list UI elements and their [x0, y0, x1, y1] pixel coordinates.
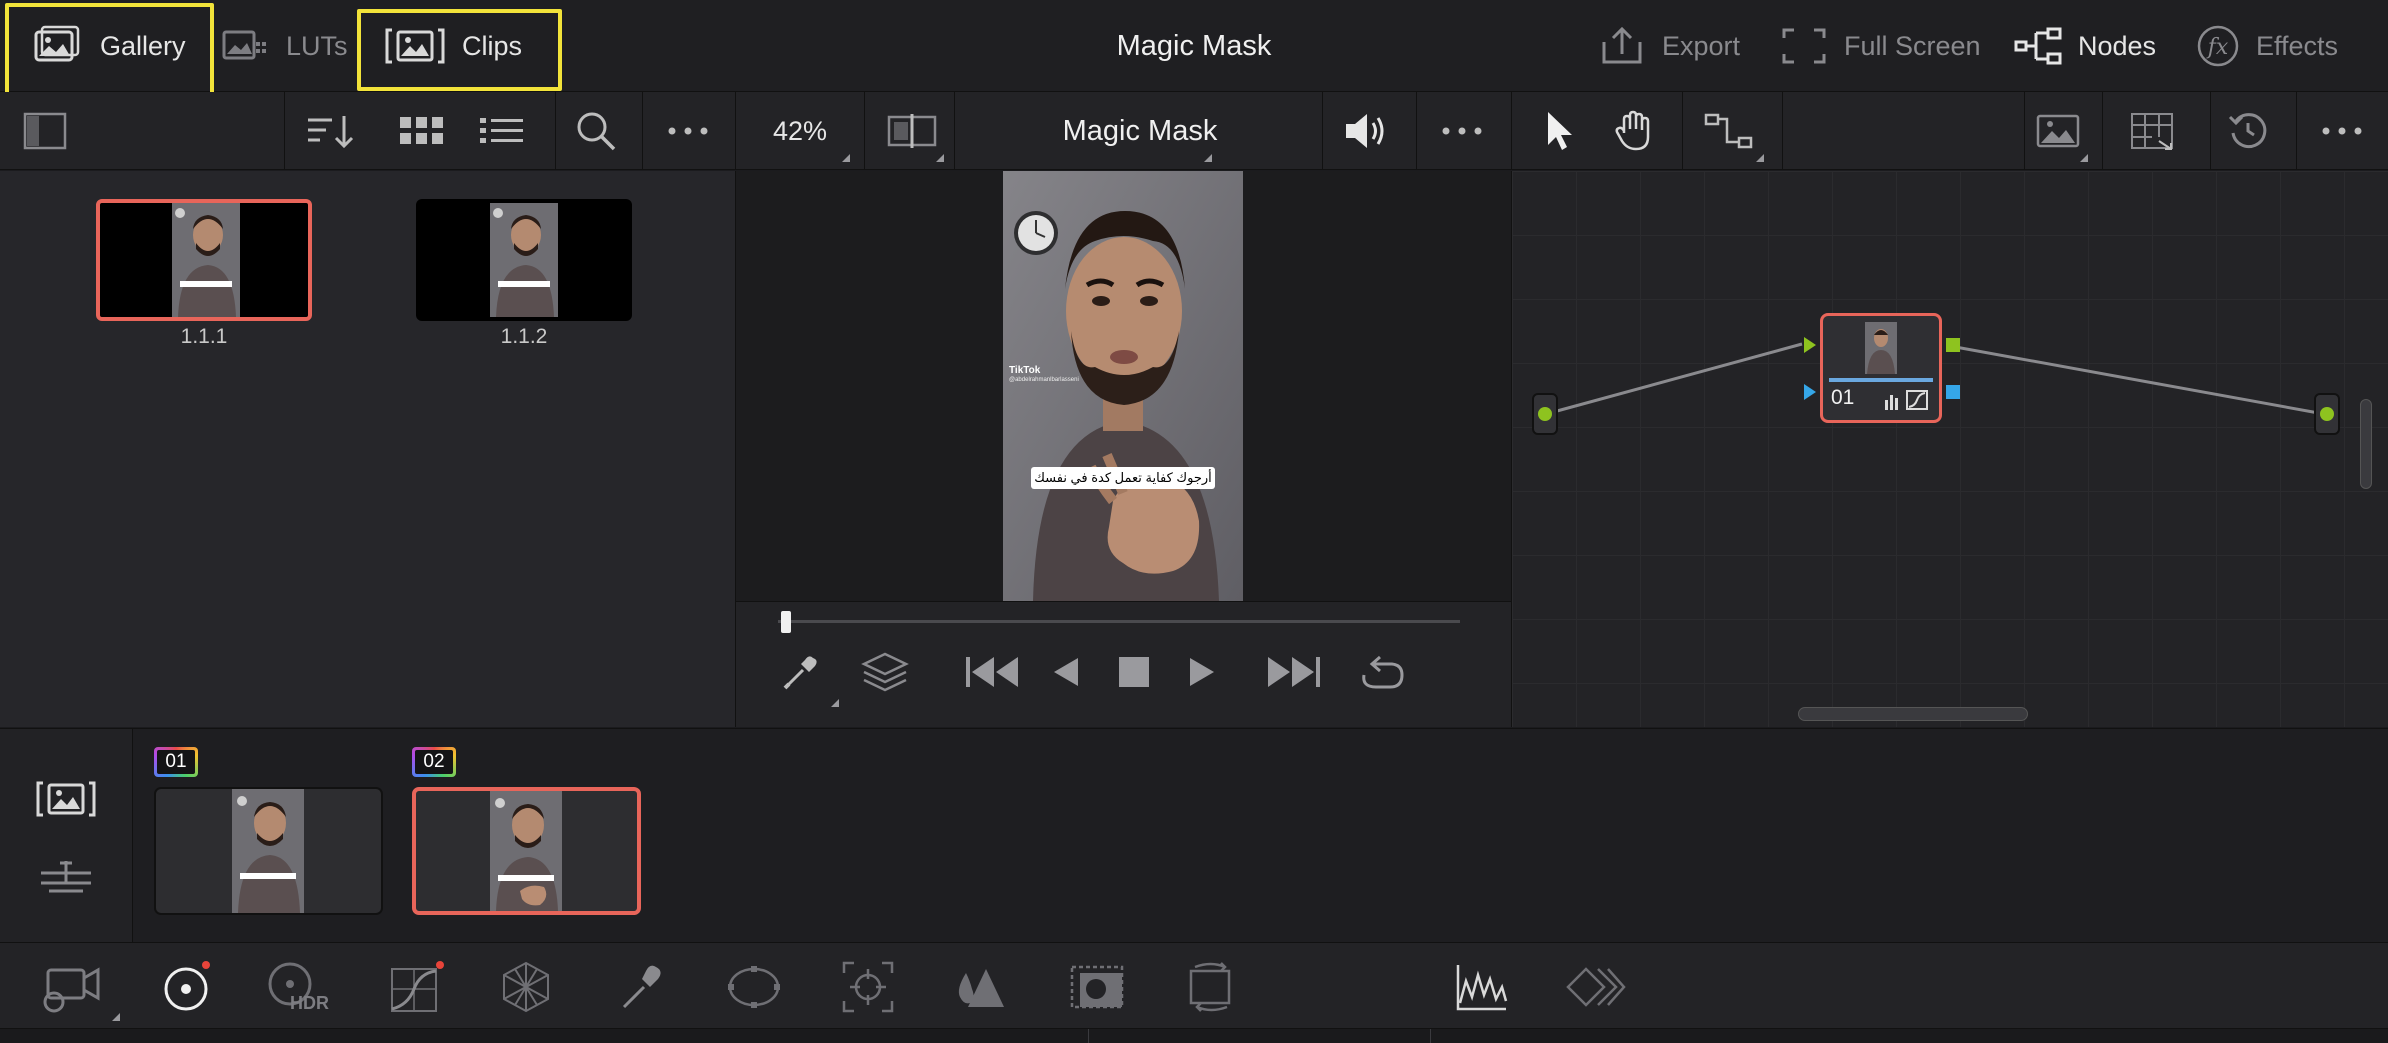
clips-sidebar [0, 729, 133, 943]
palette-bar: HDR [0, 942, 2388, 1028]
timeline-icon[interactable] [36, 855, 96, 899]
search-icon[interactable] [570, 108, 622, 154]
nodes-icon [2014, 26, 2062, 66]
watermark-handle: @abdelrahmanlbarlasseni [1009, 377, 1079, 383]
nodes-label: Nodes [2078, 30, 2157, 61]
node-editor: 01 [1512, 171, 2388, 727]
skip-forward-icon[interactable] [1266, 649, 1322, 695]
luts-label: LUTs [286, 30, 348, 61]
status-strip [0, 1028, 2388, 1043]
fullscreen-label: Full Screen [1844, 30, 1981, 61]
still-thumbnail[interactable] [96, 199, 312, 321]
clip-number-badge: 02 [412, 747, 456, 777]
node-thumbnail [1865, 322, 1897, 374]
compare-icon[interactable] [1564, 957, 1628, 1017]
more-icon[interactable] [2316, 108, 2368, 154]
effects-label: Effects [2256, 30, 2339, 61]
viewer-panel: TikTok @abdelrahmanlbarlasseni أرجوك كفا… [736, 171, 1511, 727]
stop-icon[interactable] [1114, 649, 1154, 695]
export-label: Export [1662, 30, 1741, 61]
export-button[interactable]: Export [1598, 0, 1740, 92]
fullscreen-button[interactable]: Full Screen [1780, 0, 1981, 92]
clips-strip: 01 02 [0, 728, 2388, 943]
camera-raw-icon[interactable] [38, 959, 104, 1015]
svg-text:fx: fx [2206, 35, 2229, 60]
clips-view-icon[interactable] [34, 777, 98, 821]
scopes-icon[interactable] [1452, 957, 1512, 1017]
more-icon[interactable] [662, 108, 714, 154]
toolbar: 42% Magic Mask [0, 92, 2388, 170]
more-icon[interactable] [1436, 108, 1488, 154]
node-input[interactable] [1532, 393, 1558, 435]
still-label: 1.1.1 [180, 325, 228, 348]
loop-icon[interactable] [1354, 649, 1410, 695]
node-layout-icon[interactable] [1700, 108, 1758, 154]
vertical-scrollbar[interactable] [2360, 399, 2372, 489]
video-frame[interactable]: TikTok @abdelrahmanlbarlasseni أرجوك كفا… [1003, 171, 1243, 601]
layers-icon[interactable] [860, 649, 910, 695]
window-icon[interactable] [724, 957, 784, 1017]
still-thumbnail[interactable] [416, 199, 632, 321]
export-icon [1598, 26, 1646, 66]
nodes-button[interactable]: Nodes [2014, 0, 2156, 92]
node-01[interactable]: 01 [1820, 313, 1942, 423]
list-view-icon[interactable] [476, 108, 528, 154]
color-wheels-icon[interactable] [156, 957, 216, 1017]
horizontal-scrollbar[interactable] [1798, 707, 2028, 721]
fullscreen-icon [1780, 26, 1828, 66]
still-label: 1.1.2 [500, 325, 548, 348]
lightbox-icon[interactable] [2124, 108, 2180, 154]
caption: أرجوك كفاية تعمل كدة في نفسك [1031, 467, 1215, 489]
key-icon[interactable] [1064, 957, 1130, 1017]
node-tools-icon [1883, 390, 1929, 410]
viewer-title[interactable]: Magic Mask [955, 92, 1325, 170]
scrubber-track[interactable] [778, 620, 1460, 623]
gallery-highlight [5, 3, 214, 97]
grid-view-icon[interactable] [396, 108, 448, 154]
key-output-port[interactable] [1946, 385, 1960, 399]
key-input-port[interactable] [1804, 384, 1816, 400]
color-warper-icon[interactable] [496, 957, 556, 1017]
tracker-icon[interactable] [838, 957, 898, 1017]
clip-thumbnail[interactable] [154, 787, 383, 915]
watermark: TikTok [1009, 365, 1041, 376]
gallery-panel: 1.1.1 1.1.2 [0, 171, 735, 727]
curves-icon[interactable] [384, 957, 448, 1017]
pointer-icon[interactable] [1536, 106, 1582, 156]
rgb-input-port[interactable] [1804, 337, 1816, 353]
eyedropper-icon[interactable] [778, 649, 824, 695]
qualifier-icon[interactable] [614, 957, 670, 1017]
hdr-label: HDR [290, 993, 329, 1013]
luts-icon [220, 26, 270, 66]
image-icon[interactable] [2030, 108, 2086, 154]
sidebar-toggle-icon[interactable] [22, 108, 68, 154]
playhead[interactable] [781, 611, 791, 633]
clip-number-badge: 01 [154, 747, 198, 777]
split-screen-icon[interactable] [884, 108, 940, 154]
clips-highlight [357, 9, 562, 91]
effects-button[interactable]: fx Effects [2196, 0, 2338, 92]
rgb-output-port[interactable] [1946, 338, 1960, 352]
skip-back-icon[interactable] [964, 649, 1020, 695]
fx-icon: fx [2196, 24, 2240, 68]
blur-icon[interactable] [950, 957, 1010, 1017]
sizing-icon[interactable] [1178, 957, 1244, 1017]
sort-icon[interactable] [302, 108, 358, 154]
node-label: 01 [1831, 386, 1855, 409]
luts-button[interactable]: LUTs [220, 0, 348, 92]
top-bar: Gallery LUTs Clips Magic Mask Export Ful… [0, 0, 2388, 97]
speaker-icon[interactable] [1338, 106, 1394, 156]
node-output[interactable] [2314, 393, 2340, 435]
step-back-icon[interactable] [1046, 649, 1086, 695]
play-icon[interactable] [1182, 649, 1222, 695]
hand-icon[interactable] [1608, 106, 1660, 156]
reset-icon[interactable] [2222, 108, 2274, 154]
clip-thumbnail-selected[interactable] [412, 787, 641, 915]
